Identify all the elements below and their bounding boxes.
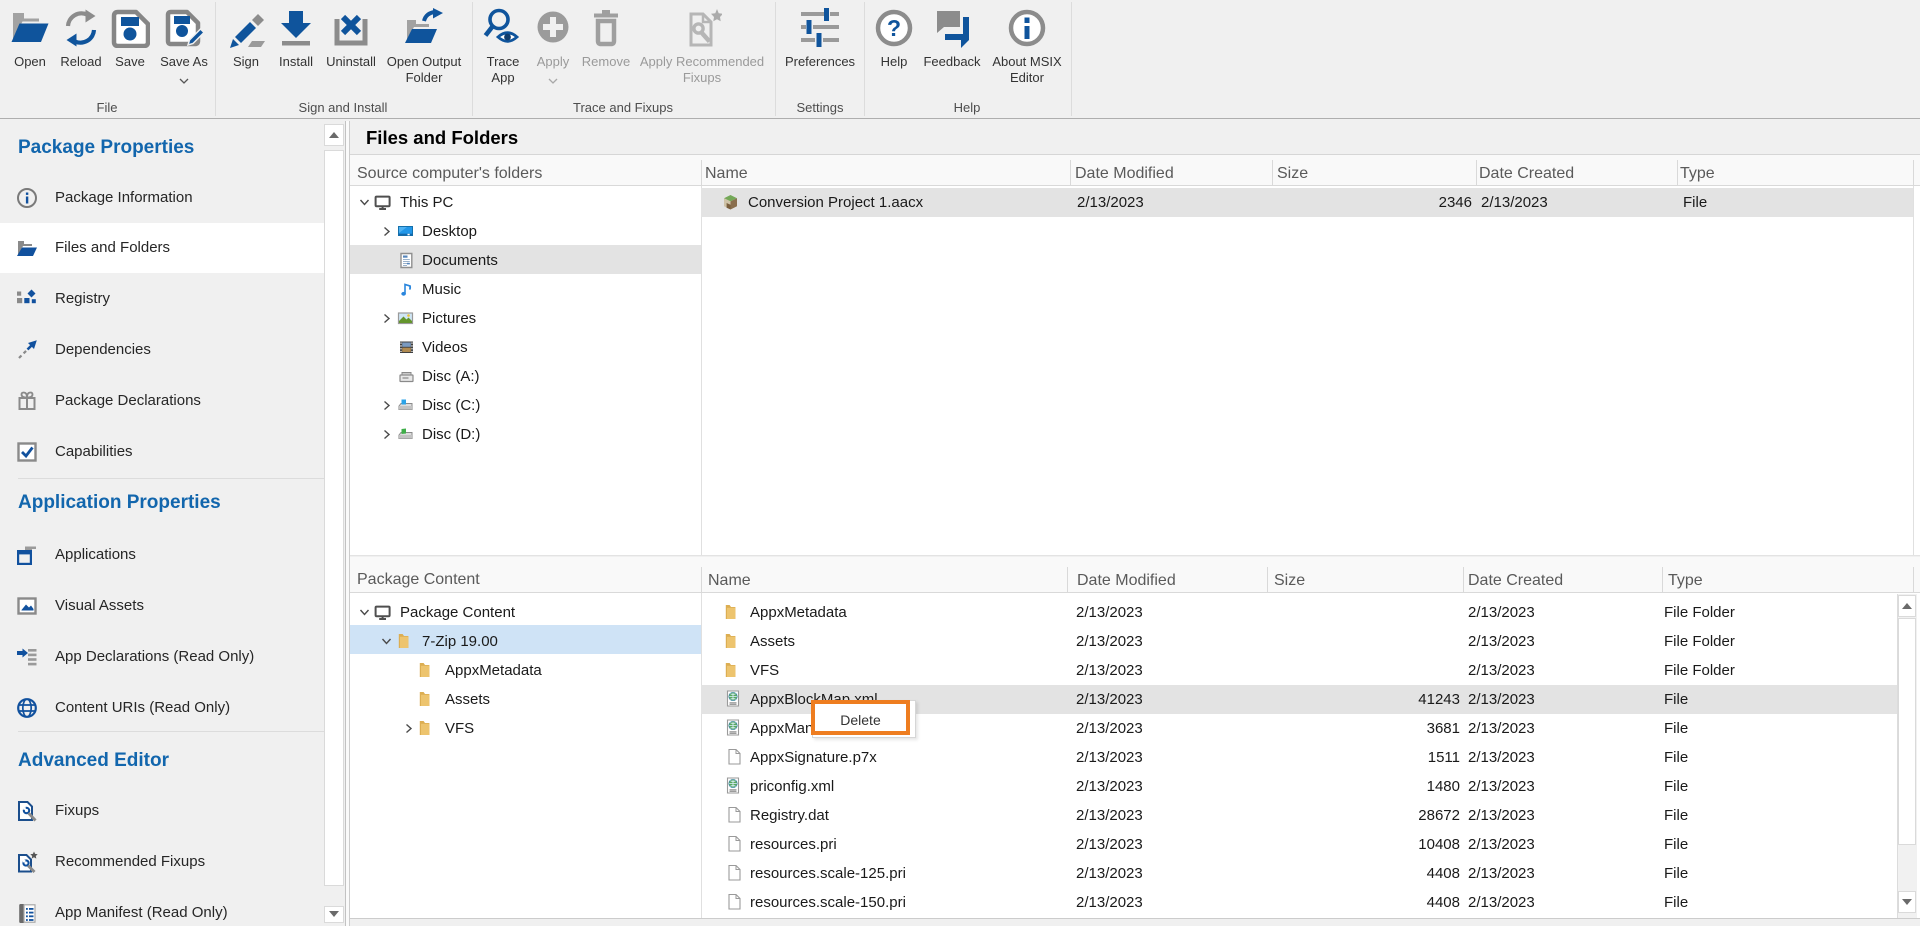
svg-text:?: ? (887, 15, 901, 41)
